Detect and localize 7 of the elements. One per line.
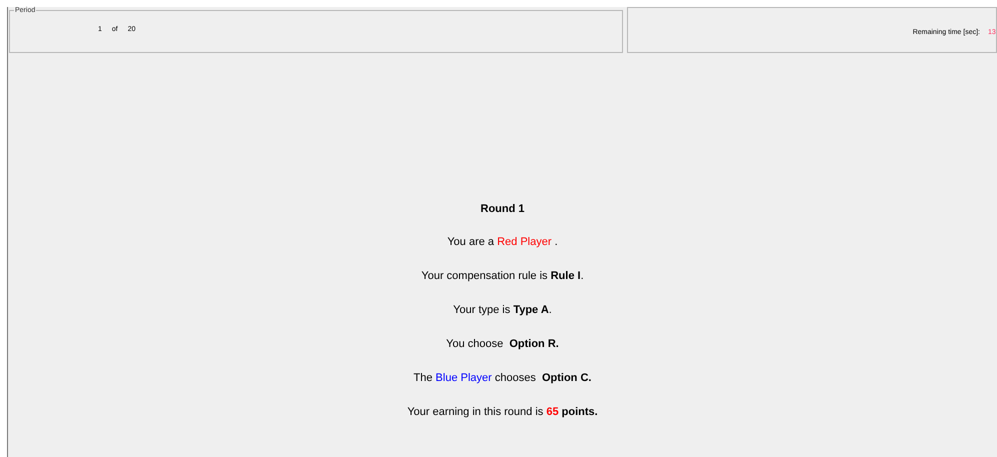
result-sentence: You are a Red Player . xyxy=(447,235,558,249)
result-sentence: Your earning in this round is 65 points. xyxy=(407,405,598,419)
result-sentence: You choose Option R. xyxy=(446,337,559,351)
result-sentence: The Blue Player chooses Option C. xyxy=(414,371,592,385)
result-sentence: Your type is Type A. xyxy=(453,303,552,317)
result-sentence: Your compensation rule is Rule I. xyxy=(421,269,584,283)
round-title: Round 1 xyxy=(480,203,524,215)
